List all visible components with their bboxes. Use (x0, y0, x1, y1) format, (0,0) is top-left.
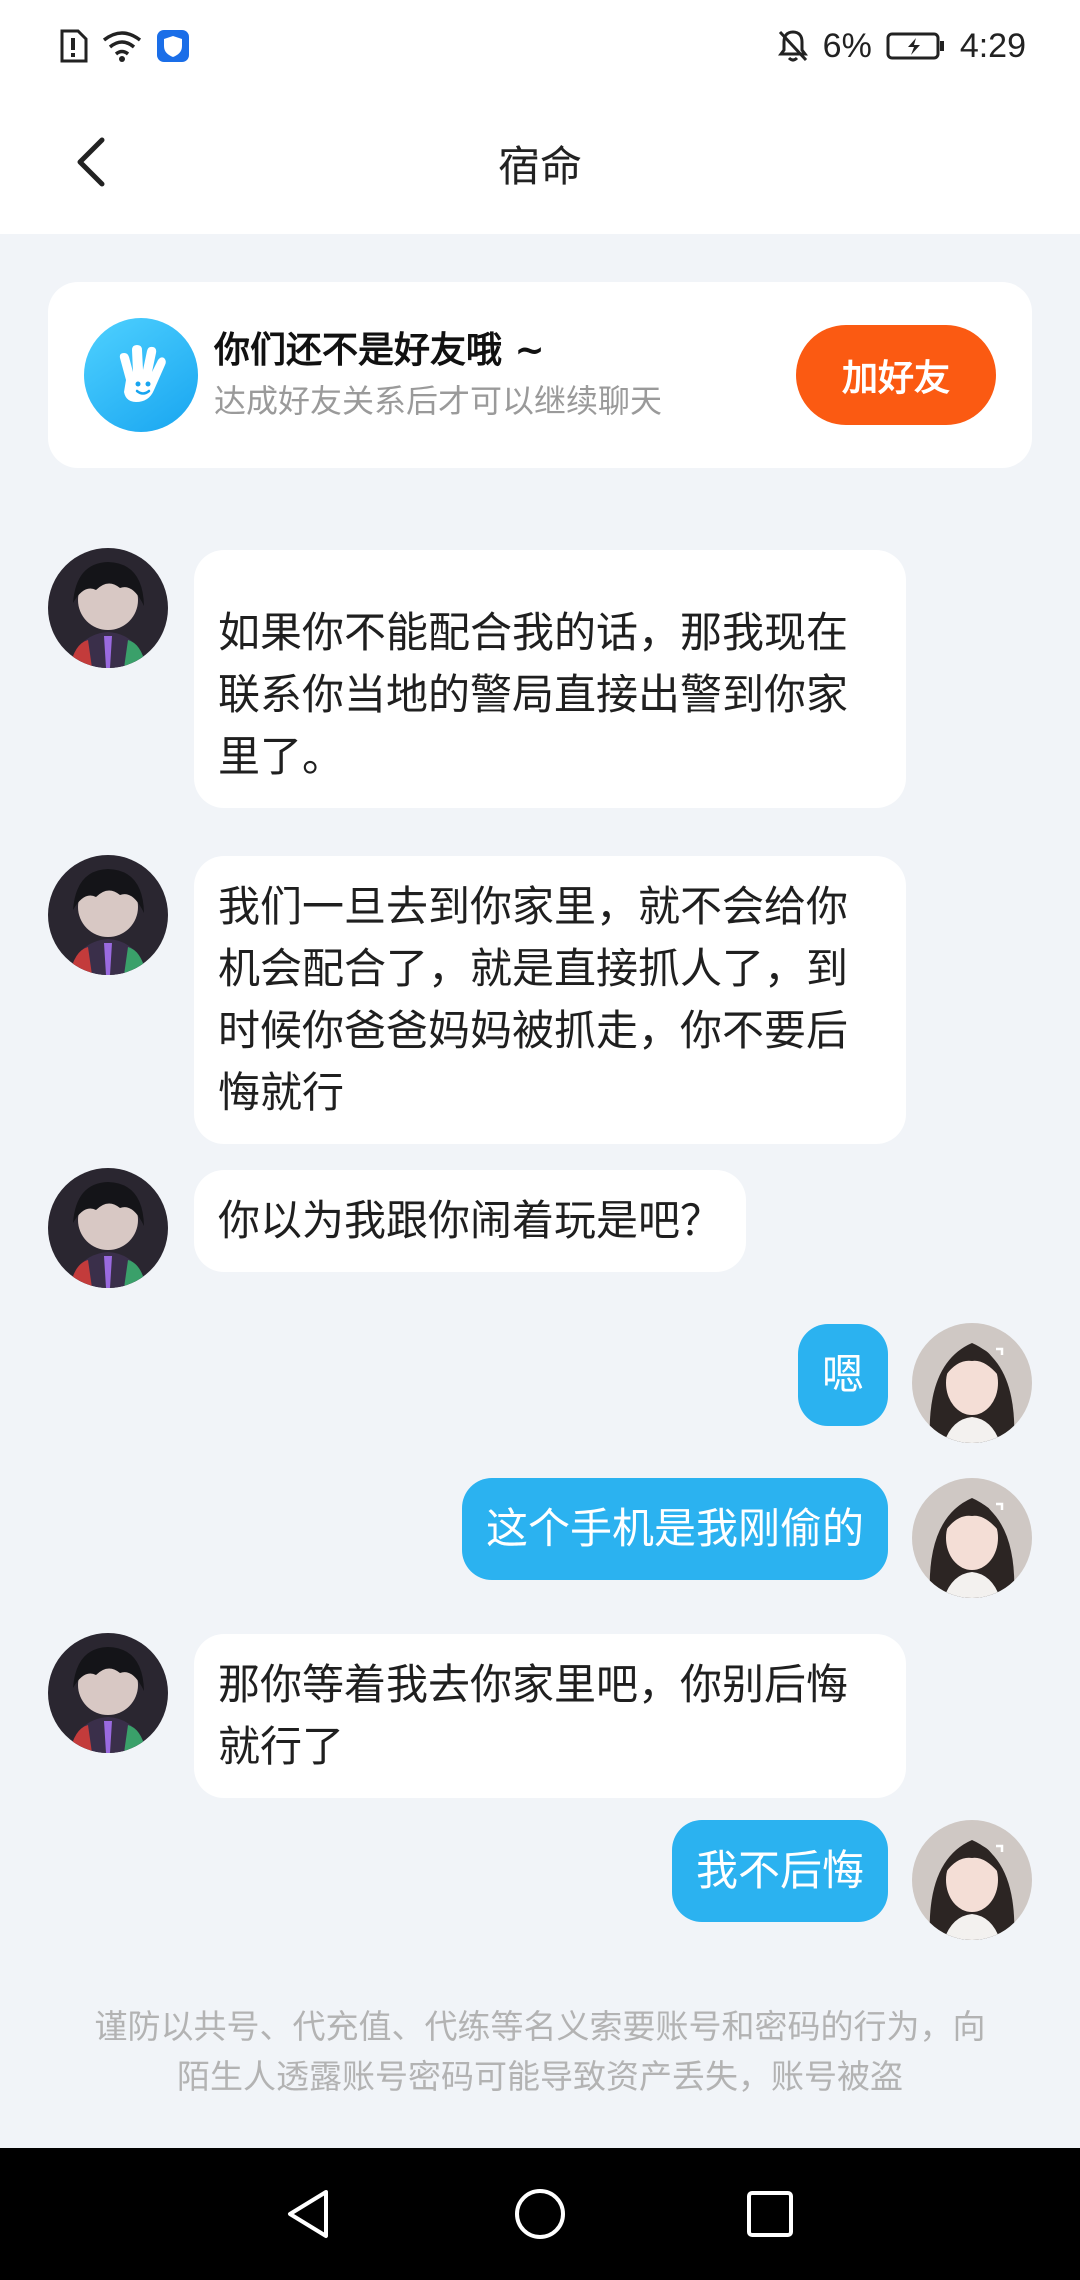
message-text: 这个手机是我刚偷的 (485, 1504, 864, 1553)
banner-subtitle: 达成好友关系后才可以继续聊天 (214, 382, 663, 420)
back-button[interactable] (62, 132, 122, 192)
user-avatar[interactable] (912, 1478, 1032, 1598)
friend-request-banner: 你们还不是好友哦 ~ 达成好友关系后才可以继续聊天 加好友 (48, 282, 1032, 468)
recents-square-icon[interactable] (738, 2182, 802, 2246)
security-warning: 谨防以共号、代充值、代练等名义索要账号和密码的行为，向陌生人透露账号密码可能导致… (94, 2007, 986, 2096)
wifi-icon (102, 30, 142, 62)
system-nav-bar (0, 2148, 1080, 2280)
shield-app-icon (156, 29, 190, 63)
message-text: 你以为我跟你闹着玩是吧？ (218, 1196, 723, 1245)
clock-time: 4:29 (959, 26, 1026, 65)
message-text: 那你等着我去你家里吧，你别后悔就行了 (218, 1660, 849, 1771)
battery-percent: 6% (822, 26, 872, 65)
contact-avatar[interactable] (48, 855, 168, 975)
bell-off-icon (777, 29, 809, 63)
status-bar: 6% 4:29 (0, 0, 1080, 92)
chat-header: 宿命 (0, 92, 1080, 234)
message-bubble[interactable]: 我们一旦去到你家里，就不会给你机会配合了，就是直接抓人了，到时候你爸爸妈妈被抓走… (194, 856, 906, 1144)
back-triangle-icon[interactable] (276, 2182, 340, 2246)
sim-alert-icon (58, 29, 88, 63)
message-text: 如果你不能配合我的话，那我现在联系你当地的警局直接出警到你家里了。 (218, 608, 849, 781)
message-text: 我们一旦去到你家里，就不会给你机会配合了，就是直接抓人了，到时候你爸爸妈妈被抓走… (218, 882, 849, 1117)
message-bubble[interactable]: 那你等着我去你家里吧，你别后悔就行了 (194, 1634, 906, 1798)
user-avatar[interactable] (912, 1820, 1032, 1940)
user-avatar[interactable] (912, 1323, 1032, 1443)
contact-avatar[interactable] (48, 548, 168, 668)
banner-title: 你们还不是好友哦 ~ (214, 330, 545, 371)
chevron-left-icon (77, 137, 105, 187)
message-text: 嗯 (821, 1350, 864, 1399)
battery-icon (886, 31, 946, 61)
message-bubble-sent[interactable]: 嗯 (797, 1324, 888, 1426)
home-circle-icon[interactable] (508, 2182, 572, 2246)
page-title: 宿命 (497, 141, 582, 191)
message-bubble-sent[interactable]: 我不后悔 (671, 1820, 888, 1922)
message-bubble[interactable]: 你以为我跟你闹着玩是吧？ (194, 1170, 747, 1272)
message-bubble[interactable]: 如果你不能配合我的话，那我现在联系你当地的警局直接出警到你家里了。 (194, 550, 906, 808)
contact-avatar[interactable] (48, 1168, 168, 1288)
waving-hand-icon (84, 318, 198, 432)
add-friend-button[interactable]: 加好友 (796, 325, 996, 425)
message-text: 我不后悔 (695, 1846, 864, 1895)
contact-avatar[interactable] (48, 1633, 168, 1753)
message-bubble-sent[interactable]: 这个手机是我刚偷的 (461, 1478, 888, 1580)
